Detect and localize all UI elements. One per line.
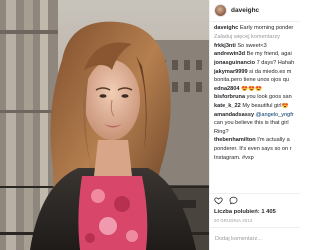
post-actions (210, 193, 300, 207)
comment-username[interactable]: andrewin3d (214, 51, 245, 57)
comment-continuation: can you believe this is that girl (214, 120, 296, 127)
comment-username[interactable]: jakymar9999 (214, 69, 248, 75)
comment-item: andrewin3d Be my friend, agai (214, 51, 296, 58)
comment-text: Be my friend, agai (246, 51, 292, 58)
comment-text: My beautiful girl😍 (242, 102, 289, 109)
comment-text: So sweet<3 (237, 42, 267, 49)
comment-text: ponderer. It's even says so on r (214, 145, 292, 152)
comment-item: jonasguinancio 7 days? Hahah (214, 60, 296, 67)
comment-username[interactable]: frkkj3nti (214, 43, 236, 49)
comment-text: bonita.pero tiene unos ojos qu (214, 77, 289, 84)
comment-username[interactable]: kate_k_22 (214, 103, 241, 109)
comment-item: edna2804 😍😍😍 (214, 86, 296, 93)
comments-list: daveighc Early morning ponder Załaduj wi… (210, 22, 300, 192)
comment-item: thebenhamilton I'm actually a (214, 137, 296, 144)
comment-continuation: ponderer. It's even says so on r (214, 146, 296, 153)
comment-username[interactable]: edna2804 (214, 86, 240, 92)
caption-username[interactable]: daveighc (214, 25, 238, 31)
photo-illustration (0, 0, 209, 250)
add-comment-bar (210, 227, 300, 250)
comment-username[interactable]: jonasguinancio (214, 60, 255, 66)
comment-text: Ring? (214, 128, 229, 135)
comment-continuation: Ring? (214, 129, 296, 136)
caption-text: Early morning ponder (239, 25, 294, 31)
post-header: daveighc (210, 0, 300, 22)
comment-text: si da miedo.es m (249, 68, 292, 75)
comment-item: bisforbruna you look goos san (214, 94, 296, 101)
comment-text: you look goos san (246, 94, 292, 101)
comment-item: kate_k_22 My beautiful girl😍 (214, 103, 296, 110)
post-side-panel: daveighc daveighc Early morning ponder Z… (209, 0, 300, 250)
avatar[interactable] (214, 4, 227, 17)
heart-icon[interactable] (214, 196, 223, 205)
author-username[interactable]: daveighc (231, 7, 259, 14)
comment-item: frkkj3nti So sweet<3 (214, 43, 296, 50)
caption: daveighc Early morning ponder (214, 25, 296, 32)
post-date[interactable]: 20 GRUDNIA 2014 (214, 218, 252, 223)
comment-continuation: bonita.pero tiene unos ojos qu (214, 77, 296, 84)
comment-mention[interactable]: @angelo_yngfr (256, 112, 294, 118)
comment-continuation: Instagram. #vxp (214, 155, 296, 162)
comment-text: can you believe this is that girl (214, 120, 289, 127)
comment-item: jakymar9999 si da miedo.es m (214, 69, 296, 76)
add-comment-input[interactable] (215, 236, 296, 242)
comment-item: amandadsassy @angelo_yngfr (214, 112, 296, 119)
comment-text: 7 days? Hahah (256, 59, 295, 66)
comment-username[interactable]: amandadsassy (214, 112, 254, 118)
comment-bubble-icon[interactable] (229, 196, 238, 205)
comment-username[interactable]: bisforbruna (214, 94, 245, 100)
comment-text: Instagram. #vxp (214, 154, 254, 161)
likes-count[interactable]: Liczba polubień: 1 405 (214, 209, 276, 215)
comment-text: 😍😍😍 (241, 85, 262, 92)
comment-text: I'm actually a (257, 137, 290, 144)
comment-username[interactable]: thebenhamilton (214, 137, 256, 143)
load-more-comments-link[interactable]: Załaduj więcej komentarzy (214, 34, 296, 41)
post-photo[interactable] (0, 0, 209, 250)
